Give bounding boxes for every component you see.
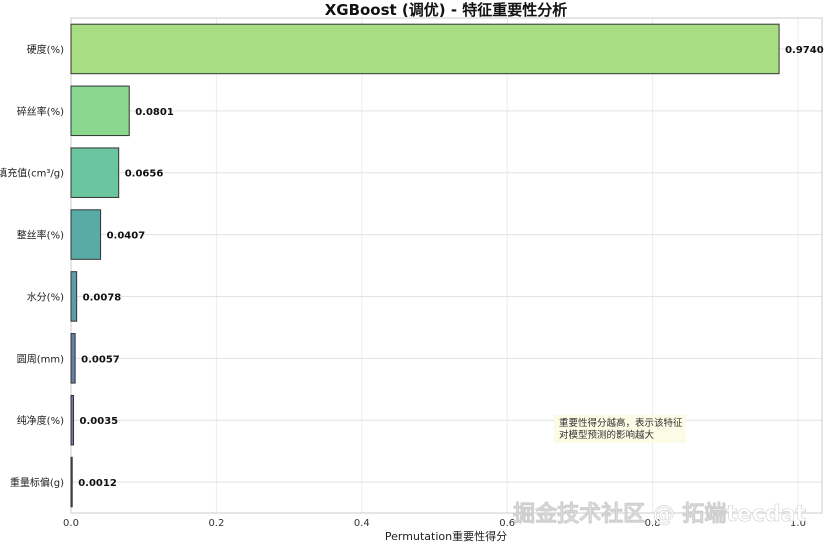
x-tick-label: 0.4: [354, 518, 370, 529]
annotation-box: 重要性得分越高，表示该特征 对模型预测的影响越大: [554, 415, 686, 443]
y-tick-label: 填充值(cm³/g): [0, 167, 64, 180]
watermark: 掘金技术社区 @ 拓端tecdat: [513, 501, 806, 527]
bar-value-label: 0.9740: [785, 45, 824, 56]
plot-frame: [70, 17, 823, 514]
x-tick-label: 0.0: [63, 518, 79, 529]
bar-value-label: 0.0656: [125, 169, 164, 180]
y-tick-label: 硬度(%): [27, 43, 64, 56]
x-axis-label: Permutation重要性得分: [385, 529, 507, 543]
x-tick-label: 0.2: [208, 518, 224, 529]
bar-value-label: 0.0407: [107, 231, 146, 242]
bar-value-label: 0.0012: [78, 478, 117, 489]
y-tick-label: 水分(%): [27, 291, 64, 303]
bars-group: 0.9740 0.0801 0.0656 0.0407 0.0078 0.0057 0.00…: [70, 23, 824, 508]
feature-importance-chart: XGBoost (调优) - 特征重要性分析 0.9740 0.0801 0.065…: [0, 1, 824, 543]
y-tick-labels: 硬度(%) 碎丝率(%) 填充值(cm³/g) 整丝率(%) 水分(%) 圆周(mm) 纯净…: [0, 43, 64, 489]
bar: [70, 394, 75, 446]
y-tick-label: 圆周(mm): [17, 353, 64, 365]
y-tick-label: 碎丝率(%): [17, 105, 64, 118]
bar: [70, 456, 73, 508]
bar: [70, 271, 78, 322]
bar-value-label: 0.0801: [135, 107, 174, 118]
annotation-line-2: 对模型预测的影响越大: [559, 429, 655, 441]
bar-value-label: 0.0057: [81, 354, 120, 365]
chart-root: XGBoost (调优) - 特征重要性分析 0.9740 0.0801 0.065…: [0, 0, 824, 543]
bar-value-label: 0.0035: [80, 416, 119, 427]
y-tick-label: 整丝率(%): [17, 229, 64, 242]
bar: [70, 209, 102, 260]
grid-lines: [70, 18, 822, 513]
bar-value-label: 0.0078: [83, 292, 122, 303]
bar: [70, 23, 780, 75]
chart-title: XGBoost (调优) - 特征重要性分析: [325, 1, 568, 19]
bar: [70, 147, 120, 198]
bar: [70, 85, 130, 137]
y-tick-label: 纯净度(%): [17, 414, 64, 427]
y-tick-label: 重量标偏(g): [10, 476, 64, 489]
annotation-line-1: 重要性得分越高，表示该特征: [559, 417, 683, 429]
bar: [70, 333, 76, 384]
